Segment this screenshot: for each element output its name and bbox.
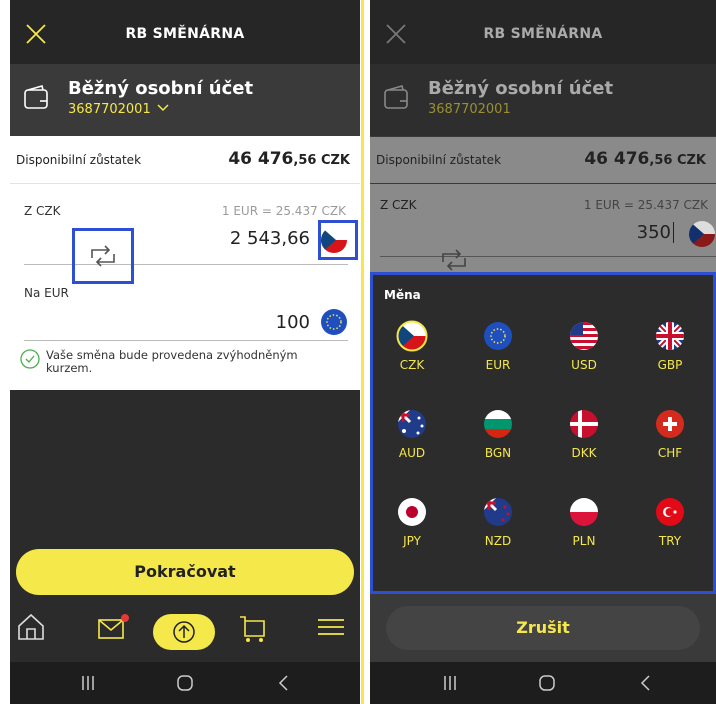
exchange-screen: RB SMĚNÁRNA Běžný osobní účet 3687702001… — [10, 0, 360, 704]
balance-amount: 46 476,56 CZK — [228, 149, 350, 169]
account-number-dim: 3687702001 — [428, 102, 511, 117]
check-circle-icon — [20, 349, 40, 369]
exchange-form: Z CZK 1 EUR = 25.437 CZK 2 543,66 Na EUR… — [10, 184, 360, 390]
currency-code: CZK — [399, 358, 425, 372]
currency-picker-screen: RB SMĚNÁRNA Běžný osobní účet 3687702001… — [370, 0, 716, 704]
app-title: RB SMĚNÁRNA — [125, 26, 245, 42]
currency-pln[interactable]: PLN — [544, 496, 624, 548]
bottom-nav — [10, 604, 360, 660]
eu-flag-icon — [484, 322, 512, 350]
transfer-icon — [173, 621, 195, 643]
currency-code: GBP — [657, 358, 683, 372]
currency-code: PLN — [572, 534, 596, 548]
currency-eur[interactable]: EUR — [458, 320, 538, 372]
account-name-dim: Běžný osobní účet — [428, 78, 614, 99]
currency-usd[interactable]: USD — [544, 320, 624, 372]
ch-flag-icon — [656, 410, 684, 438]
currency-code: JPY — [403, 534, 421, 548]
home-icon[interactable] — [16, 612, 46, 642]
swap-button[interactable] — [72, 228, 134, 284]
exchange-rate: 1 EUR = 25.437 CZK — [221, 204, 346, 218]
us-flag-icon — [570, 322, 598, 350]
tr-flag-icon — [656, 498, 684, 526]
currency-code: DKK — [571, 446, 597, 460]
to-currency-label: Na EUR — [24, 286, 69, 300]
mail-icon[interactable] — [96, 612, 130, 642]
currency-code: BGN — [484, 446, 512, 460]
balance-row-dim: Disponibilní zůstatek 46 476,56 CZK — [370, 137, 716, 183]
currency-aud[interactable]: AUD — [372, 408, 452, 460]
account-selector[interactable]: Běžný osobní účet 3687702001 — [10, 64, 360, 136]
home-button-icon[interactable] — [176, 674, 194, 692]
uk-flag-icon — [656, 322, 684, 350]
system-nav-bar-right — [370, 662, 716, 704]
currency-code: NZD — [484, 534, 512, 548]
currency-picker: Měna CZK EUR USD GBP AUD BGN DKK CHF JPY… — [370, 272, 716, 594]
account-selector-dim: Běžný osobní účet 3687702001 — [370, 64, 716, 136]
exchange-form-dim: Z CZK 1 EUR = 25.437 CZK 350 — [370, 184, 716, 272]
note-text: Vaše směna bude provedena zvýhodněným ku… — [46, 348, 298, 375]
top-bar-dim: RB SMĚNÁRNA — [370, 0, 716, 72]
bg-flag-icon — [484, 410, 512, 438]
balance-row: Disponibilní zůstatek 46 476,56 CZK — [10, 137, 360, 184]
currency-czk[interactable]: CZK — [372, 320, 452, 372]
account-number: 3687702001 — [68, 102, 151, 117]
from-amount-input[interactable]: 2 543,66 — [230, 228, 310, 249]
currency-try[interactable]: TRY — [630, 496, 710, 548]
back-icon[interactable] — [276, 674, 290, 692]
currency-code: USD — [571, 358, 597, 372]
back-icon[interactable] — [638, 674, 652, 692]
recents-icon[interactable] — [442, 674, 458, 692]
favorable-rate-note: Vaše směna bude provedena zvýhodněným ku… — [20, 349, 298, 375]
cz-flag-icon-dim — [689, 221, 715, 247]
currency-dkk[interactable]: DKK — [544, 408, 624, 460]
eu-flag-icon[interactable] — [320, 308, 348, 336]
jp-flag-icon — [398, 498, 426, 526]
au-flag-icon — [398, 410, 426, 438]
top-bar: RB SMĚNÁRNA — [10, 0, 360, 72]
app-title-dim: RB SMĚNÁRNA — [483, 26, 603, 42]
currency-code: AUD — [398, 446, 426, 460]
system-nav-bar — [10, 662, 360, 704]
currency-code: CHF — [657, 446, 683, 460]
currency-chf[interactable]: CHF — [630, 408, 710, 460]
swap-icon — [91, 245, 115, 267]
balance-label: Disponibilní zůstatek — [16, 153, 142, 167]
cart-icon[interactable] — [237, 612, 269, 644]
currency-code: TRY — [658, 534, 682, 548]
account-name: Běžný osobní účet — [68, 78, 254, 99]
balance-label-dim: Disponibilní zůstatek — [376, 153, 502, 167]
nz-flag-icon — [484, 498, 512, 526]
currency-bgn[interactable]: BGN — [458, 408, 538, 460]
exchange-rate-dim: 1 EUR = 25.437 CZK — [583, 198, 708, 212]
currency-gbp[interactable]: GBP — [630, 320, 710, 372]
from-currency-label: Z CZK — [24, 204, 61, 218]
swap-icon-dim — [442, 249, 466, 271]
currency-code: EUR — [485, 358, 511, 372]
flag-highlight — [318, 220, 358, 260]
menu-icon[interactable] — [316, 612, 346, 642]
pl-flag-icon — [570, 498, 598, 526]
picker-title: Měna — [384, 288, 421, 302]
currency-jpy[interactable]: JPY — [372, 496, 452, 548]
wallet-icon-dim — [384, 85, 408, 109]
transfer-tab[interactable] — [153, 614, 215, 650]
continue-button[interactable]: Pokračovat — [16, 549, 354, 595]
cancel-button[interactable]: Zrušit — [386, 606, 700, 650]
screen-divider — [361, 0, 364, 704]
cz-flag-icon — [396, 320, 428, 352]
chevron-down-icon — [157, 104, 169, 112]
dk-flag-icon — [570, 410, 598, 438]
home-button-icon[interactable] — [538, 674, 556, 692]
recents-icon[interactable] — [80, 674, 96, 692]
from-currency-label-dim: Z CZK — [380, 198, 417, 212]
from-amount-input-dim[interactable]: 350 — [637, 222, 674, 243]
to-amount-input[interactable]: 100 — [276, 312, 310, 333]
to-underline — [24, 340, 348, 341]
from-underline-dim — [380, 256, 716, 257]
currency-nzd[interactable]: NZD — [458, 496, 538, 548]
wallet-icon — [24, 85, 48, 109]
balance-amount-dim: 46 476,56 CZK — [584, 149, 706, 169]
